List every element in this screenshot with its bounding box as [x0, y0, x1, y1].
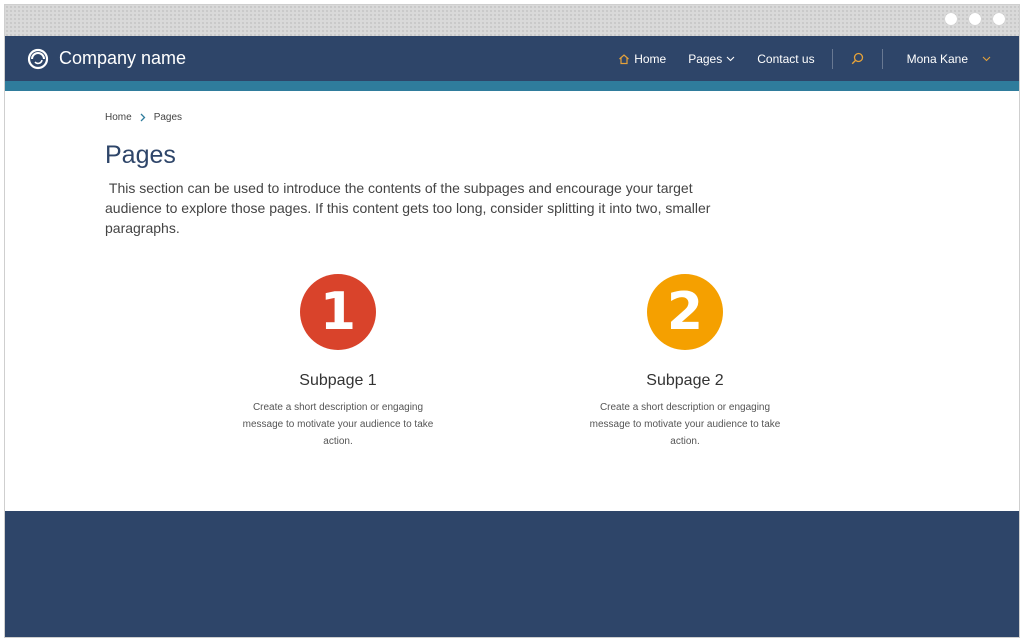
home-icon: [619, 53, 630, 64]
nav-menu: Home Pages Contact us Mona Kane: [607, 36, 997, 81]
breadcrumb-home[interactable]: Home: [105, 112, 132, 123]
card-title[interactable]: Subpage 1: [238, 372, 438, 390]
breadcrumb-current: Pages: [153, 112, 183, 123]
card-description: Create a short description or engaging m…: [242, 402, 434, 447]
window-titlebar: [5, 5, 1019, 36]
nav-contact-label: Contact us: [757, 51, 815, 66]
window-dot-2[interactable]: [969, 13, 981, 25]
window-controls: [945, 13, 1005, 25]
chevron-right-icon: [140, 113, 146, 122]
card-title[interactable]: Subpage 2: [585, 372, 785, 390]
intro-paragraph: This section can be used to introduce th…: [105, 180, 715, 236]
brand-name[interactable]: Company name: [59, 48, 186, 69]
nav-home[interactable]: Home: [607, 52, 677, 66]
ring-logo-icon[interactable]: [27, 48, 49, 70]
search-icon: [851, 52, 863, 65]
nav-home-label: Home: [634, 51, 667, 66]
user-name: Mona Kane: [906, 51, 968, 66]
nav-divider: [881, 48, 883, 69]
accent-bar: [5, 81, 1019, 91]
user-menu[interactable]: Mona Kane: [889, 52, 997, 66]
page-title: Pages: [105, 141, 176, 169]
top-navbar: Company name Home Pages Contact us Mona …: [5, 36, 1019, 81]
search-button[interactable]: [839, 52, 876, 65]
number-badge: 2: [647, 274, 723, 350]
chevron-down-icon: [726, 56, 735, 61]
nav-divider: [831, 48, 833, 69]
main-content: Home Pages Pages This section can be use…: [5, 91, 1019, 511]
page-footer: [5, 511, 1019, 637]
browser-window: Company name Home Pages Contact us Mona …: [4, 4, 1020, 638]
chevron-down-icon: [982, 56, 991, 61]
window-dot-3[interactable]: [993, 13, 1005, 25]
window-dot-1[interactable]: [945, 13, 957, 25]
subpage-card[interactable]: 2 Subpage 2 Create a short description o…: [585, 274, 785, 450]
nav-pages[interactable]: Pages: [677, 52, 746, 66]
breadcrumb: Home Pages: [105, 112, 182, 123]
number-badge: 1: [300, 274, 376, 350]
subpage-card[interactable]: 1 Subpage 1 Create a short description o…: [238, 274, 438, 450]
card-description: Create a short description or engaging m…: [589, 402, 781, 447]
nav-pages-label: Pages: [688, 51, 723, 66]
nav-contact[interactable]: Contact us: [746, 52, 825, 66]
